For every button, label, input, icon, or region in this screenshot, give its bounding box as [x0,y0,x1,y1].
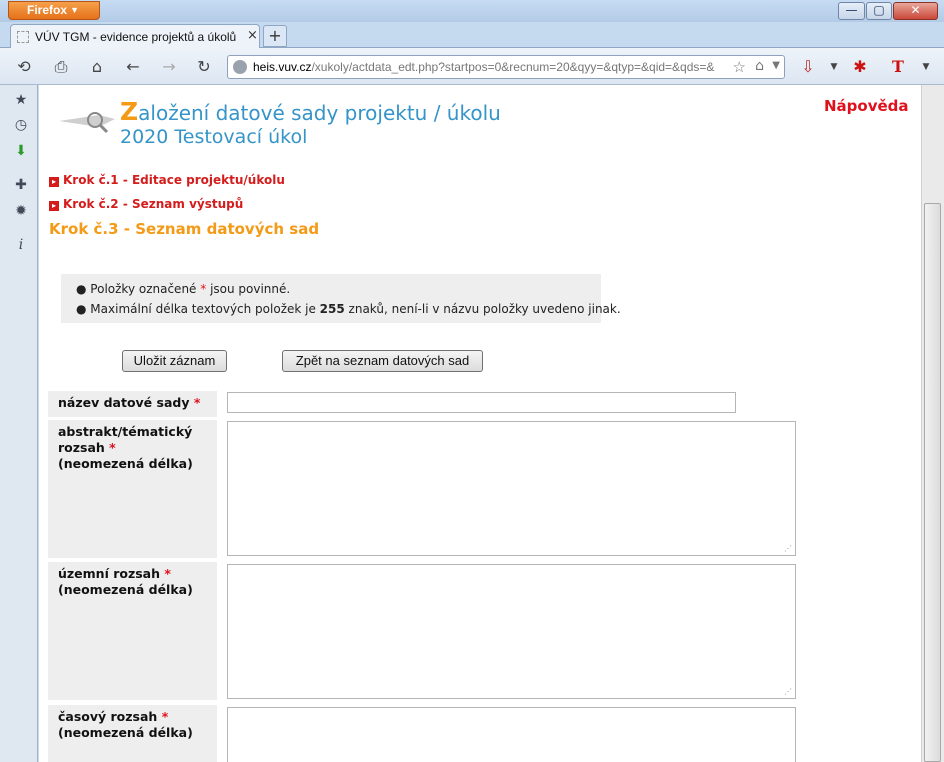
bookmarks-icon[interactable]: ★ [12,91,30,109]
step-link-1[interactable]: ▸ Krok č.1 - Editace projektu/úkolu [49,173,285,187]
new-tab-button[interactable]: + [263,25,287,47]
vertical-scrollbar[interactable] [921,85,944,762]
site-identity-icon[interactable] [233,60,247,74]
download-icon[interactable]: ⇩ [796,56,820,78]
settings-gear-icon[interactable]: ✹ [12,202,30,220]
logo-magnifier-icon [59,112,115,134]
browser-tab[interactable]: VÚV TGM - evidence projektů a úkolů - ..… [10,24,260,49]
firefox-menu-label: Firefox [27,3,68,17]
page-title: Založení datové sady projektu / úkolu [120,97,501,126]
page-subtitle: 2020 Testovací úkol [120,126,308,148]
help-link[interactable]: Nápověda [824,97,909,115]
close-tab-icon[interactable]: × [247,28,258,43]
resize-grip-icon[interactable]: ⋰ [784,544,792,553]
note-max-length: ● Maximální délka textových položek je 2… [76,302,621,316]
tab-bar: VÚV TGM - evidence projektů a úkolů - ..… [0,22,944,49]
history-clock-icon[interactable]: ◷ [12,116,30,134]
addon-bug-icon[interactable]: ✱ [848,56,872,78]
back-to-datasets-button[interactable]: Zpět na seznam datových sad [282,350,483,372]
info-notes: ● Položky označené * jsou povinné. ● Max… [61,274,621,323]
toolbar-menu-icon[interactable]: ▼ [914,56,938,78]
resize-grip-icon[interactable]: ⋰ [784,687,792,696]
abstract-textarea[interactable]: ⋰ [227,421,796,556]
step-link-2[interactable]: ▸ Krok č.2 - Seznam výstupů [49,197,243,211]
maximize-button[interactable]: ▢ [866,2,892,20]
bookmark-star-icon[interactable]: ☆ [733,58,746,76]
sync-icon[interactable]: ⟲ [12,56,36,78]
dataset-name-input[interactable] [227,392,736,413]
scrollbar-thumb[interactable] [924,203,941,762]
window-titlebar: Firefox ▼ — ▢ ✕ [0,0,944,22]
download-arrow-icon[interactable]: ⬇ [12,142,30,160]
field-label-time-scope: časový rozsah * (neomezená délka) [48,705,217,762]
chevron-down-icon: ▼ [70,5,79,15]
save-record-button[interactable]: Uložit záznam [122,350,227,372]
field-label-dataset-name: název datové sady * [48,391,217,417]
page-favicon-icon [17,31,29,43]
home-icon[interactable]: ⌂ [85,56,109,78]
reload-icon[interactable]: ↻ [192,56,216,78]
home-page-icon[interactable]: ⌂ [755,58,764,74]
minimize-button[interactable]: — [838,2,865,20]
step-marker-icon: ▸ [49,201,59,211]
territorial-scope-textarea[interactable]: ⋰ [227,564,796,699]
forward-arrow-icon[interactable]: → [157,56,181,78]
text-tool-icon[interactable]: T [886,56,910,78]
note-required: ● Položky označené * jsou povinné. [76,282,291,296]
download-menu-icon[interactable]: ▼ [822,56,846,78]
tab-title: VÚV TGM - evidence projektů a úkolů - ..… [35,30,240,44]
print-icon[interactable]: ⎙ [49,56,73,78]
page-content: Založení datové sady projektu / úkolu 20… [39,85,921,762]
url-dropdown-icon[interactable]: ▼ [772,60,780,71]
addons-puzzle-icon[interactable]: ✚ [12,176,30,194]
firefox-menu-button[interactable]: Firefox ▼ [8,1,100,20]
close-window-button[interactable]: ✕ [893,2,938,20]
step-marker-icon: ▸ [49,177,59,187]
info-icon[interactable]: i [12,236,30,254]
navigation-toolbar: ⟲ ⎙ ⌂ ← → ↻ heis.vuv.cz/xukoly/actdata_e… [0,48,944,85]
field-label-abstract: abstrakt/tématický rozsah * (neomezená dé… [48,420,217,558]
current-step-heading: Krok č.3 - Seznam datových sad [49,220,320,238]
field-label-territorial-scope: územní rozsah * (neomezená délka) [48,562,217,700]
browser-sidebar: ★ ◷ ⬇ ✚ ✹ i [0,85,38,762]
url-text: heis.vuv.cz/xukoly/actdata_edt.php?start… [253,60,715,74]
back-arrow-icon[interactable]: ← [121,56,145,78]
address-bar[interactable]: heis.vuv.cz/xukoly/actdata_edt.php?start… [227,55,785,79]
time-scope-textarea[interactable] [227,707,796,762]
